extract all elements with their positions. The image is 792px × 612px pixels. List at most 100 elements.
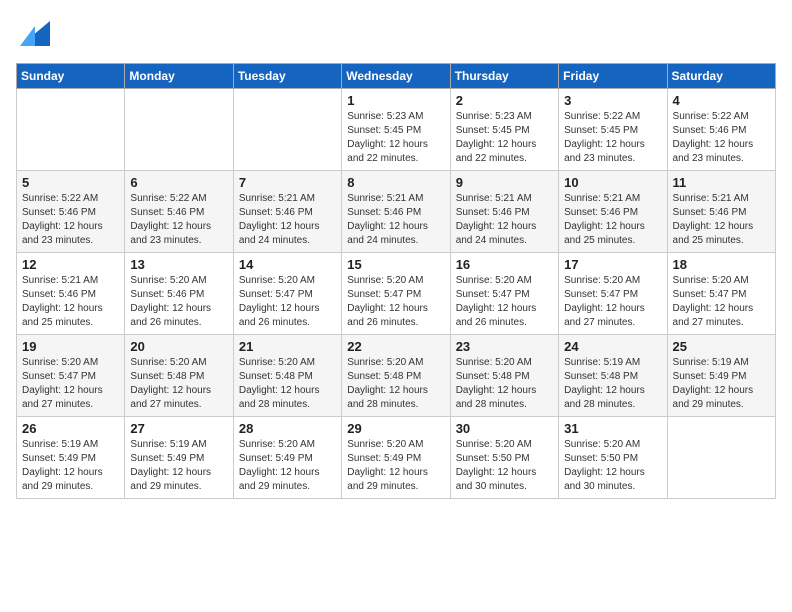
calendar-cell: 12Sunrise: 5:21 AM Sunset: 5:46 PM Dayli… [17, 253, 125, 335]
weekday-thursday: Thursday [450, 64, 558, 89]
calendar-cell: 30 Sunrise: 5:20 AM Sunset: 5:50 PM Dayli… [450, 417, 558, 499]
day-info: Sunrise: 5:22 AM Sunset: 5:46 PM Dayligh… [22, 192, 119, 248]
calendar-cell [17, 89, 125, 171]
calendar-week-row: 5 Sunrise: 5:22 AM Sunset: 5:46 PM Daylig… [17, 171, 776, 253]
calendar-cell: 25Sunrise: 5:19 AM Sunset: 5:49 PM Dayli… [667, 335, 775, 417]
logo-icon [20, 16, 50, 46]
day-info: Sunrise: 5:23 AM Sunset: 5:45 PM Dayligh… [347, 110, 444, 166]
calendar-cell: 7Sunrise: 5:21 AM Sunset: 5:46 PM Daylig… [233, 171, 341, 253]
logo [16, 16, 50, 51]
day-number: 30 [456, 421, 553, 436]
calendar-cell: 3 Sunrise: 5:22 AM Sunset: 5:45 PM Daylig… [559, 89, 667, 171]
day-info: Sunrise: 5:20 AM Sunset: 5:48 PM Dayligh… [456, 356, 553, 412]
day-number: 22 [347, 339, 444, 354]
day-info: Sunrise: 5:22 AM Sunset: 5:45 PM Dayligh… [564, 110, 661, 166]
calendar-cell: 1Sunrise: 5:23 AM Sunset: 5:45 PM Daylig… [342, 89, 450, 171]
day-number: 26 [22, 421, 119, 436]
day-info: Sunrise: 5:22 AM Sunset: 5:46 PM Dayligh… [130, 192, 227, 248]
day-info: Sunrise: 5:20 AM Sunset: 5:49 PM Dayligh… [239, 438, 336, 494]
calendar-week-row: 12Sunrise: 5:21 AM Sunset: 5:46 PM Dayli… [17, 253, 776, 335]
day-number: 15 [347, 257, 444, 272]
day-number: 6 [130, 175, 227, 190]
calendar-cell: 2 Sunrise: 5:23 AM Sunset: 5:45 PM Daylig… [450, 89, 558, 171]
calendar-cell: 14Sunrise: 5:20 AM Sunset: 5:47 PM Dayli… [233, 253, 341, 335]
calendar-cell: 17 Sunrise: 5:20 AM Sunset: 5:47 PM Dayli… [559, 253, 667, 335]
calendar-cell: 16 Sunrise: 5:20 AM Sunset: 5:47 PM Dayli… [450, 253, 558, 335]
calendar-cell: 11 Sunrise: 5:21 AM Sunset: 5:46 PM Dayli… [667, 171, 775, 253]
calendar-cell [667, 417, 775, 499]
calendar-cell: 20 Sunrise: 5:20 AM Sunset: 5:48 PM Dayli… [125, 335, 233, 417]
day-number: 18 [673, 257, 770, 272]
weekday-tuesday: Tuesday [233, 64, 341, 89]
day-number: 2 [456, 93, 553, 108]
calendar-cell: 26 Sunrise: 5:19 AM Sunset: 5:49 PM Dayli… [17, 417, 125, 499]
calendar-cell: 23 Sunrise: 5:20 AM Sunset: 5:48 PM Dayli… [450, 335, 558, 417]
day-number: 11 [673, 175, 770, 190]
day-number: 20 [130, 339, 227, 354]
day-number: 28 [239, 421, 336, 436]
calendar-cell: 21 Sunrise: 5:20 AM Sunset: 5:48 PM Dayli… [233, 335, 341, 417]
calendar-header-row: Sunday Monday Tuesday Wednesday Thursday… [17, 64, 776, 89]
calendar-cell: 8Sunrise: 5:21 AM Sunset: 5:46 PM Daylig… [342, 171, 450, 253]
day-info: Sunrise: 5:20 AM Sunset: 5:49 PM Dayligh… [347, 438, 444, 494]
calendar-cell: 19 Sunrise: 5:20 AM Sunset: 5:47 PM Dayli… [17, 335, 125, 417]
day-number: 23 [456, 339, 553, 354]
day-info: Sunrise: 5:21 AM Sunset: 5:46 PM Dayligh… [673, 192, 770, 248]
day-info: Sunrise: 5:22 AM Sunset: 5:46 PM Dayligh… [673, 110, 770, 166]
day-info: Sunrise: 5:23 AM Sunset: 5:45 PM Dayligh… [456, 110, 553, 166]
weekday-sunday: Sunday [17, 64, 125, 89]
calendar-table: Sunday Monday Tuesday Wednesday Thursday… [16, 63, 776, 499]
day-info: Sunrise: 5:20 AM Sunset: 5:48 PM Dayligh… [130, 356, 227, 412]
calendar-cell: 10 Sunrise: 5:21 AM Sunset: 5:46 PM Dayli… [559, 171, 667, 253]
day-info: Sunrise: 5:20 AM Sunset: 5:48 PM Dayligh… [347, 356, 444, 412]
calendar-cell: 5 Sunrise: 5:22 AM Sunset: 5:46 PM Daylig… [17, 171, 125, 253]
day-number: 19 [22, 339, 119, 354]
day-number: 13 [130, 257, 227, 272]
day-number: 3 [564, 93, 661, 108]
day-info: Sunrise: 5:20 AM Sunset: 5:48 PM Dayligh… [239, 356, 336, 412]
calendar-cell [233, 89, 341, 171]
day-number: 5 [22, 175, 119, 190]
day-number: 8 [347, 175, 444, 190]
day-number: 21 [239, 339, 336, 354]
day-info: Sunrise: 5:21 AM Sunset: 5:46 PM Dayligh… [22, 274, 119, 330]
day-info: Sunrise: 5:20 AM Sunset: 5:50 PM Dayligh… [456, 438, 553, 494]
calendar-cell: 28 Sunrise: 5:20 AM Sunset: 5:49 PM Dayli… [233, 417, 341, 499]
day-info: Sunrise: 5:20 AM Sunset: 5:47 PM Dayligh… [564, 274, 661, 330]
calendar-cell: 24Sunrise: 5:19 AM Sunset: 5:48 PM Dayli… [559, 335, 667, 417]
day-number: 25 [673, 339, 770, 354]
day-info: Sunrise: 5:19 AM Sunset: 5:49 PM Dayligh… [130, 438, 227, 494]
weekday-monday: Monday [125, 64, 233, 89]
calendar-week-row: 19 Sunrise: 5:20 AM Sunset: 5:47 PM Dayli… [17, 335, 776, 417]
calendar-cell: 29 Sunrise: 5:20 AM Sunset: 5:49 PM Dayli… [342, 417, 450, 499]
day-info: Sunrise: 5:20 AM Sunset: 5:46 PM Dayligh… [130, 274, 227, 330]
calendar-cell: 27Sunrise: 5:19 AM Sunset: 5:49 PM Dayli… [125, 417, 233, 499]
day-number: 7 [239, 175, 336, 190]
calendar-week-row: 26 Sunrise: 5:19 AM Sunset: 5:49 PM Dayli… [17, 417, 776, 499]
weekday-saturday: Saturday [667, 64, 775, 89]
day-info: Sunrise: 5:19 AM Sunset: 5:49 PM Dayligh… [22, 438, 119, 494]
calendar-cell [125, 89, 233, 171]
day-info: Sunrise: 5:20 AM Sunset: 5:50 PM Dayligh… [564, 438, 661, 494]
calendar-cell: 31Sunrise: 5:20 AM Sunset: 5:50 PM Dayli… [559, 417, 667, 499]
page-header [16, 16, 776, 51]
day-number: 9 [456, 175, 553, 190]
day-info: Sunrise: 5:20 AM Sunset: 5:47 PM Dayligh… [347, 274, 444, 330]
day-info: Sunrise: 5:20 AM Sunset: 5:47 PM Dayligh… [22, 356, 119, 412]
calendar-cell: 18 Sunrise: 5:20 AM Sunset: 5:47 PM Dayli… [667, 253, 775, 335]
weekday-friday: Friday [559, 64, 667, 89]
weekday-wednesday: Wednesday [342, 64, 450, 89]
day-number: 17 [564, 257, 661, 272]
day-number: 29 [347, 421, 444, 436]
day-info: Sunrise: 5:20 AM Sunset: 5:47 PM Dayligh… [456, 274, 553, 330]
calendar-cell: 6 Sunrise: 5:22 AM Sunset: 5:46 PM Daylig… [125, 171, 233, 253]
calendar-cell: 15 Sunrise: 5:20 AM Sunset: 5:47 PM Dayli… [342, 253, 450, 335]
day-number: 16 [456, 257, 553, 272]
day-info: Sunrise: 5:21 AM Sunset: 5:46 PM Dayligh… [564, 192, 661, 248]
day-info: Sunrise: 5:21 AM Sunset: 5:46 PM Dayligh… [456, 192, 553, 248]
day-number: 10 [564, 175, 661, 190]
day-number: 14 [239, 257, 336, 272]
day-info: Sunrise: 5:20 AM Sunset: 5:47 PM Dayligh… [673, 274, 770, 330]
calendar-cell: 22 Sunrise: 5:20 AM Sunset: 5:48 PM Dayli… [342, 335, 450, 417]
day-number: 24 [564, 339, 661, 354]
